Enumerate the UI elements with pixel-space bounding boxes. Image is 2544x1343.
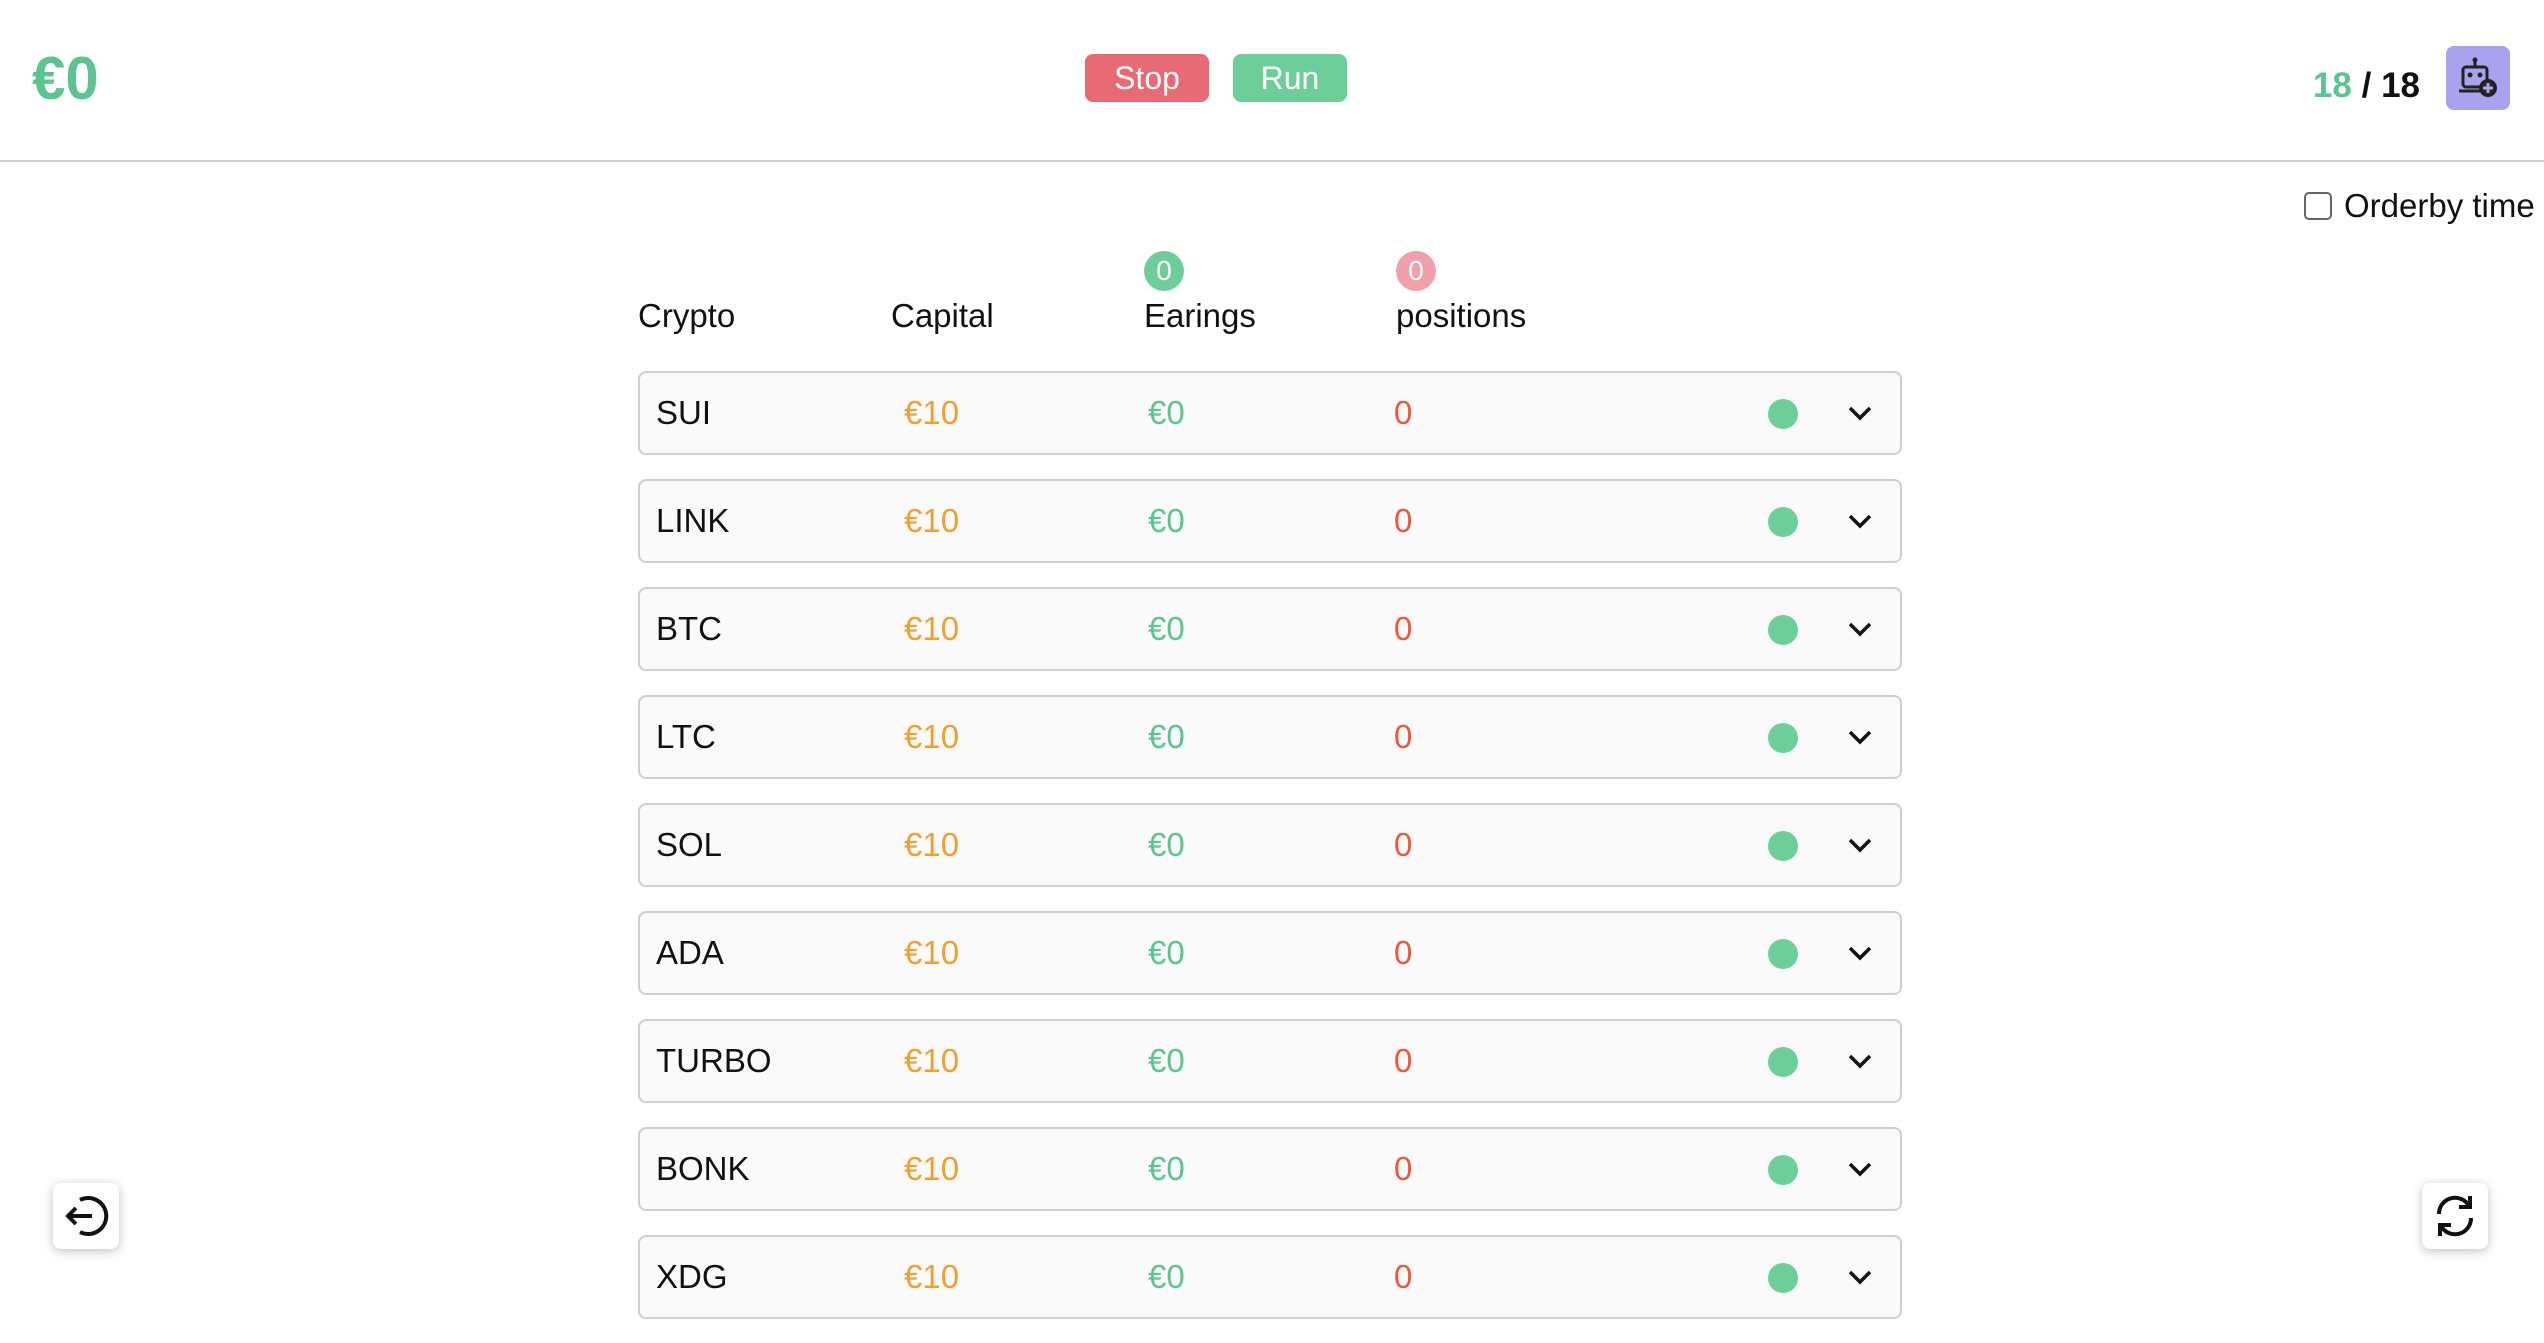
column-header-crypto: Crypto xyxy=(638,297,736,334)
status-indicator xyxy=(1768,831,1798,861)
active-bots-count: 18 xyxy=(2312,66,2352,105)
capital-value: €10 xyxy=(904,610,960,647)
crypto-name: LTC xyxy=(656,718,716,755)
earnings-value: €0 xyxy=(1148,394,1185,431)
crypto-row[interactable]: BTC €10 €0 0 xyxy=(638,587,1902,671)
positions-value: 0 xyxy=(1394,718,1413,755)
crypto-name: ADA xyxy=(656,934,724,971)
chevron-down-icon[interactable] xyxy=(1844,613,1876,645)
total-balance: €0 xyxy=(32,45,99,112)
earnings-count-badge: 0 xyxy=(1144,251,1184,291)
crypto-name: SOL xyxy=(656,826,723,863)
status-indicator xyxy=(1768,1263,1798,1293)
column-header-positions: positions xyxy=(1396,297,1527,334)
earnings-value: €0 xyxy=(1148,934,1185,971)
run-all-button[interactable]: Run all xyxy=(1233,54,1347,144)
crypto-name: BONK xyxy=(656,1150,750,1187)
chevron-down-icon[interactable] xyxy=(1844,1153,1876,1185)
status-indicator xyxy=(1768,399,1798,429)
chevron-down-icon[interactable] xyxy=(1844,937,1876,969)
capital-value: €10 xyxy=(904,1258,960,1295)
status-indicator xyxy=(1768,615,1798,645)
crypto-row[interactable]: SUI €10 €0 0 xyxy=(638,371,1902,455)
orderby-checkbox[interactable] xyxy=(2304,192,2332,220)
status-indicator xyxy=(1768,1155,1798,1185)
earnings-value: €0 xyxy=(1148,1258,1185,1295)
capital-value: €10 xyxy=(904,394,960,431)
capital-value: €10 xyxy=(904,826,960,863)
crypto-row[interactable]: BONK €10 €0 0 xyxy=(638,1127,1902,1211)
refresh-icon xyxy=(2436,1195,2474,1237)
total-bots-count: 18 xyxy=(2381,66,2420,105)
stop-all-button[interactable]: Stop all xyxy=(1085,54,1209,144)
crypto-list: SUI €10 €0 0 LINK €10 €0 0 BTC €10 €0 0 … xyxy=(638,371,1902,1343)
bot-counter: 18 / 18 xyxy=(2313,64,2420,108)
robot-add-icon xyxy=(2459,57,2497,97)
capital-value: €10 xyxy=(904,502,960,539)
positions-value: 0 xyxy=(1394,502,1413,539)
orderby-label: Orderby time xyxy=(2344,187,2535,224)
positions-value: 0 xyxy=(1394,1258,1413,1295)
capital-value: €10 xyxy=(904,1042,960,1079)
chevron-down-icon[interactable] xyxy=(1844,505,1876,537)
positions-value: 0 xyxy=(1394,934,1413,971)
add-bot-button[interactable] xyxy=(2446,46,2510,110)
counter-separator: / xyxy=(2361,66,2372,105)
logout-icon xyxy=(65,1196,109,1236)
positions-value: 0 xyxy=(1394,394,1413,431)
crypto-row[interactable]: ADA €10 €0 0 xyxy=(638,911,1902,995)
capital-value: €10 xyxy=(904,718,960,755)
refresh-button[interactable] xyxy=(2422,1183,2488,1249)
earnings-value: €0 xyxy=(1148,826,1185,863)
chevron-down-icon[interactable] xyxy=(1844,397,1876,429)
chevron-down-icon[interactable] xyxy=(1844,1045,1876,1077)
crypto-row[interactable]: LTC €10 €0 0 xyxy=(638,695,1902,779)
crypto-name: TURBO xyxy=(656,1042,772,1079)
positions-value: 0 xyxy=(1394,1150,1413,1187)
positions-value: 0 xyxy=(1394,1042,1413,1079)
crypto-row[interactable]: XDG €10 €0 0 xyxy=(638,1235,1902,1319)
capital-value: €10 xyxy=(904,1150,960,1187)
crypto-row[interactable]: TURBO €10 €0 0 xyxy=(638,1019,1902,1103)
positions-value: 0 xyxy=(1394,826,1413,863)
status-indicator xyxy=(1768,1047,1798,1077)
top-bar: €0 Stop all Run all 18 / 18 xyxy=(0,0,2544,162)
earnings-value: €0 xyxy=(1148,610,1185,647)
status-indicator xyxy=(1768,507,1798,537)
earnings-value: €0 xyxy=(1148,1150,1185,1187)
capital-value: €10 xyxy=(904,934,960,971)
orderby-time-toggle[interactable]: Orderby time xyxy=(2304,186,2535,226)
earnings-value: €0 xyxy=(1148,1042,1185,1079)
crypto-name: BTC xyxy=(656,610,722,647)
crypto-row[interactable]: LINK €10 €0 0 xyxy=(638,479,1902,563)
column-header-earnings: Earings xyxy=(1144,297,1256,334)
status-indicator xyxy=(1768,723,1798,753)
chevron-down-icon[interactable] xyxy=(1844,829,1876,861)
crypto-row[interactable]: SOL €10 €0 0 xyxy=(638,803,1902,887)
earnings-value: €0 xyxy=(1148,502,1185,539)
logout-button[interactable] xyxy=(53,1183,119,1249)
crypto-name: SUI xyxy=(656,394,712,431)
positions-count-badge: 0 xyxy=(1396,251,1436,291)
chevron-down-icon[interactable] xyxy=(1844,721,1876,753)
status-indicator xyxy=(1768,939,1798,969)
crypto-name: XDG xyxy=(656,1258,728,1295)
positions-value: 0 xyxy=(1394,610,1413,647)
earnings-value: €0 xyxy=(1148,718,1185,755)
column-header-capital: Capital xyxy=(891,297,994,334)
chevron-down-icon[interactable] xyxy=(1844,1261,1876,1293)
crypto-name: LINK xyxy=(656,502,730,539)
